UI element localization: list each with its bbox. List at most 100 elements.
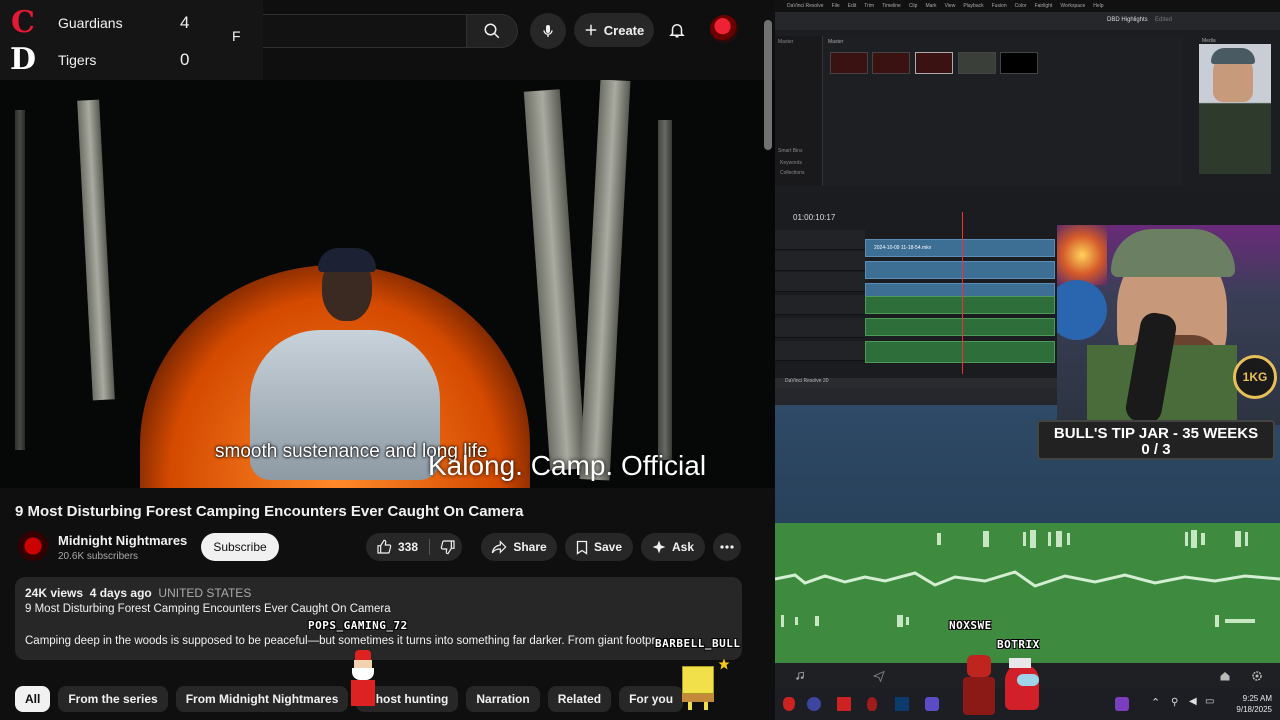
page-scrollbar[interactable] xyxy=(764,20,772,150)
timeline-playhead[interactable] xyxy=(962,212,963,374)
deliver-icon[interactable] xyxy=(873,670,885,682)
media-clip-thumb[interactable] xyxy=(958,52,996,74)
video-player[interactable]: smooth sustenance and long life Kalong. … xyxy=(0,80,775,488)
keywords-bin[interactable]: Keywords xyxy=(780,160,802,166)
preview-viewer xyxy=(1199,44,1271,174)
menu-item[interactable]: File xyxy=(832,3,840,9)
save-label: Save xyxy=(593,540,623,554)
media-clip-thumb[interactable] xyxy=(915,52,953,74)
create-button[interactable]: Create xyxy=(574,13,654,47)
voice-search-button[interactable] xyxy=(530,13,566,49)
search-input[interactable] xyxy=(230,14,468,48)
chip-related[interactable]: Related xyxy=(547,686,612,712)
tree-trunk xyxy=(658,120,672,460)
microphone-icon xyxy=(543,25,553,37)
share-button[interactable]: Share xyxy=(481,533,557,561)
chat-user-name: BOTRIX xyxy=(997,638,1040,651)
taskbar-app-icon[interactable] xyxy=(807,697,821,711)
audio-waveform xyxy=(775,570,1280,588)
menu-item[interactable]: Clip xyxy=(909,3,918,9)
channel-badge-logo: 1KG xyxy=(1233,355,1277,399)
network-icon[interactable]: ⚲ xyxy=(1171,697,1178,708)
menu-item[interactable]: View xyxy=(945,3,956,9)
timeline-audio-clip[interactable] xyxy=(865,318,1055,336)
taskbar-app-icon[interactable] xyxy=(783,697,795,711)
description-meta: 24K views 4 days ago UNITED STATES xyxy=(25,586,251,600)
menu-item[interactable]: Fusion xyxy=(992,3,1007,9)
taskbar-clock[interactable]: 9:25 AM 9/18/2025 xyxy=(1236,693,1272,715)
account-avatar[interactable] xyxy=(710,15,738,43)
like-divider xyxy=(429,539,430,555)
sparkle-icon xyxy=(652,540,666,554)
timeline-video-clip[interactable]: 2024-10-09 11-18-54.mkv xyxy=(865,239,1055,257)
menu-item[interactable]: Edit xyxy=(848,3,857,9)
taskbar-app-icon[interactable] xyxy=(837,697,851,711)
menu-item[interactable]: DaVinci Resolve xyxy=(787,3,824,9)
star-sprite xyxy=(718,657,730,670)
timeline-audio-clip[interactable] xyxy=(865,296,1055,314)
media-clip-thumb[interactable] xyxy=(1000,52,1038,74)
chip-for-you[interactable]: For you xyxy=(619,686,684,712)
timeline-audio-clip[interactable] xyxy=(865,341,1055,363)
subscriber-count: 20.6K subscribers xyxy=(58,551,139,562)
taskbar-app-icon[interactable] xyxy=(867,697,877,711)
track-header-v2 xyxy=(775,251,865,271)
tree-trunk xyxy=(523,89,587,471)
smart-bins-label[interactable]: Smart Bins xyxy=(778,148,802,154)
demon-sprite xyxy=(961,655,997,715)
gear-icon[interactable] xyxy=(1251,670,1263,682)
chat-user-name: NOXSWE xyxy=(949,619,992,632)
home-icon[interactable] xyxy=(1219,670,1231,682)
taskbar-app-icon[interactable] xyxy=(1115,697,1129,711)
channel-avatar[interactable] xyxy=(18,531,48,561)
menu-item[interactable]: Color xyxy=(1015,3,1027,9)
media-clip-thumb[interactable] xyxy=(830,52,868,74)
subscribe-button[interactable]: Subscribe xyxy=(201,533,279,561)
streamer-beanie xyxy=(1111,229,1235,277)
channel-name[interactable]: Midnight Nightmares xyxy=(58,533,187,548)
search-button[interactable] xyxy=(466,14,518,48)
save-button[interactable]: Save xyxy=(565,533,633,561)
chip-from-the-series[interactable]: From the series xyxy=(58,686,168,712)
taskbar-app-icon[interactable] xyxy=(925,697,939,711)
chip-all[interactable]: All xyxy=(15,686,51,712)
collections-bin[interactable]: Collections xyxy=(780,170,804,176)
menu-item[interactable]: Timeline xyxy=(882,3,901,9)
video-watermark: Kalong. Camp. Official xyxy=(428,450,707,481)
plus-icon xyxy=(585,24,597,36)
bins-panel: Master Smart Bins Keywords Collections xyxy=(775,36,823,186)
menu-item[interactable]: Trim xyxy=(864,3,874,9)
menu-item[interactable]: Mark xyxy=(925,3,936,9)
track-header-a2 xyxy=(775,318,865,338)
share-icon xyxy=(492,540,507,554)
like-count: 338 xyxy=(398,540,419,554)
media-clip-thumb[interactable] xyxy=(872,52,910,74)
taskbar-time: 9:25 AM xyxy=(1242,694,1272,703)
menu-item[interactable]: Fairlight xyxy=(1035,3,1053,9)
menu-item[interactable]: Workspace xyxy=(1060,3,1085,9)
more-actions-button[interactable] xyxy=(713,533,741,561)
menu-item[interactable]: Help xyxy=(1093,3,1103,9)
cookie-monster-plush xyxy=(1057,280,1107,340)
menu-item[interactable]: Playback xyxy=(963,3,983,9)
chip-narration[interactable]: Narration xyxy=(466,686,540,712)
view-count: 24K views xyxy=(25,586,84,600)
chevron-up-icon[interactable]: ⌃ xyxy=(1151,696,1160,709)
music-note-icon[interactable] xyxy=(795,670,805,682)
create-label: Create xyxy=(603,22,645,38)
volume-icon[interactable]: ◀ xyxy=(1189,696,1197,707)
ask-button[interactable]: Ask xyxy=(641,533,705,561)
bins-master-label: Master xyxy=(778,39,794,45)
chat-user-name: POPS_GAMING_72 xyxy=(308,619,408,632)
taskbar-date: 9/18/2025 xyxy=(1236,705,1272,714)
timeline-video-clip[interactable] xyxy=(865,261,1055,279)
like-button[interactable]: 338 xyxy=(376,539,418,555)
pool-master-label: Master xyxy=(828,39,844,45)
chip-from-channel[interactable]: From Midnight Nightmares xyxy=(175,686,349,712)
notifications-button[interactable] xyxy=(663,16,691,44)
taskbar-app-icon[interactable] xyxy=(895,697,909,711)
battery-icon[interactable]: ▭ xyxy=(1205,696,1214,707)
chat-user-name: BARBELL_BULL xyxy=(655,637,741,650)
scoreboard-row-home: C Guardians 4 xyxy=(0,5,200,41)
dislike-button[interactable] xyxy=(440,539,456,555)
